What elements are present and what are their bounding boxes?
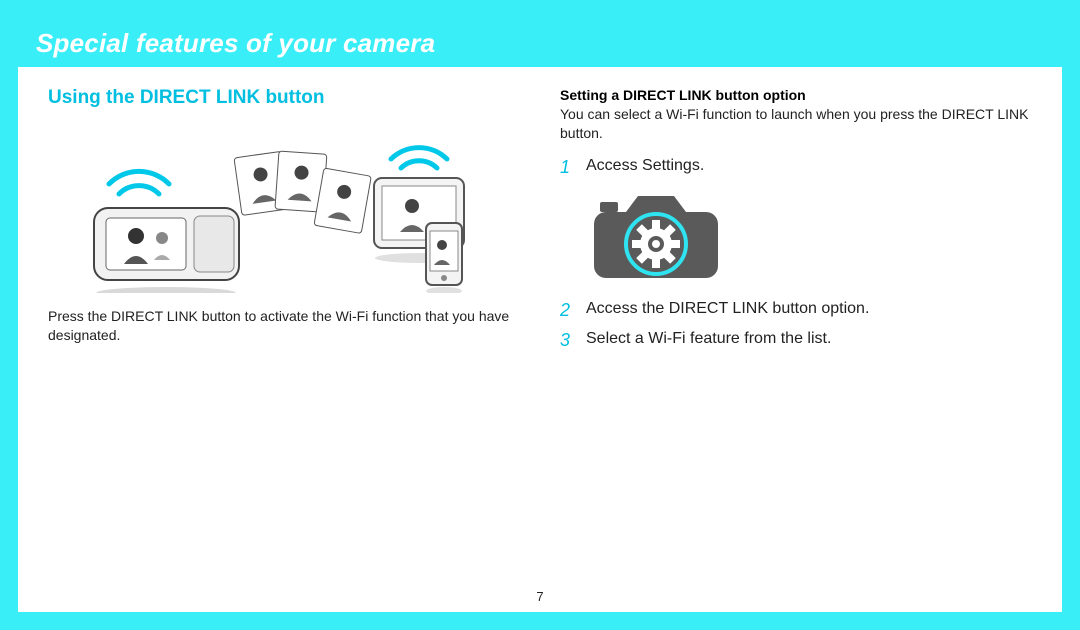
page-title: Special features of your camera <box>36 28 1044 59</box>
camera-settings-illustration <box>586 186 1032 286</box>
step-number: 3 <box>560 330 576 352</box>
step-number: 2 <box>560 300 576 322</box>
subheading-setting-option: Setting a DIRECT LINK button option <box>560 87 1032 103</box>
steps-list-cont: 2 Access the DIRECT LINK button option. … <box>560 300 1032 351</box>
content-area: Using the DIRECT LINK button <box>18 67 1062 370</box>
page-sheet: Special features of your camera Using th… <box>18 18 1062 612</box>
direct-link-description: Press the DIRECT LINK button to activate… <box>48 307 520 345</box>
wifi-sharing-illustration <box>48 123 520 293</box>
right-column: Setting a DIRECT LINK button option You … <box>560 87 1032 360</box>
page-number: 7 <box>536 589 543 604</box>
section-heading-direct-link: Using the DIRECT LINK button <box>48 87 520 109</box>
step-item-2: 2 Access the DIRECT LINK button option. <box>560 300 1032 322</box>
camera-gear-icon <box>586 186 726 286</box>
step-item-3: 3 Select a Wi-Fi feature from the list. <box>560 330 1032 352</box>
steps-list: 1 Access Settings. <box>560 157 1032 179</box>
setting-option-description: You can select a Wi-Fi function to launc… <box>560 105 1032 143</box>
step-text: Access the DIRECT LINK button option. <box>586 300 869 318</box>
page-outer: Special features of your camera Using th… <box>0 0 1080 630</box>
step-item-1: 1 Access Settings. <box>560 157 1032 179</box>
step-text: Select a Wi-Fi feature from the list. <box>586 330 831 348</box>
left-column: Using the DIRECT LINK button <box>48 87 520 360</box>
camera-to-devices-icon <box>84 123 484 293</box>
step-text: Access Settings. <box>586 157 704 175</box>
header-band: Special features of your camera <box>18 18 1062 67</box>
step-number: 1 <box>560 157 576 179</box>
